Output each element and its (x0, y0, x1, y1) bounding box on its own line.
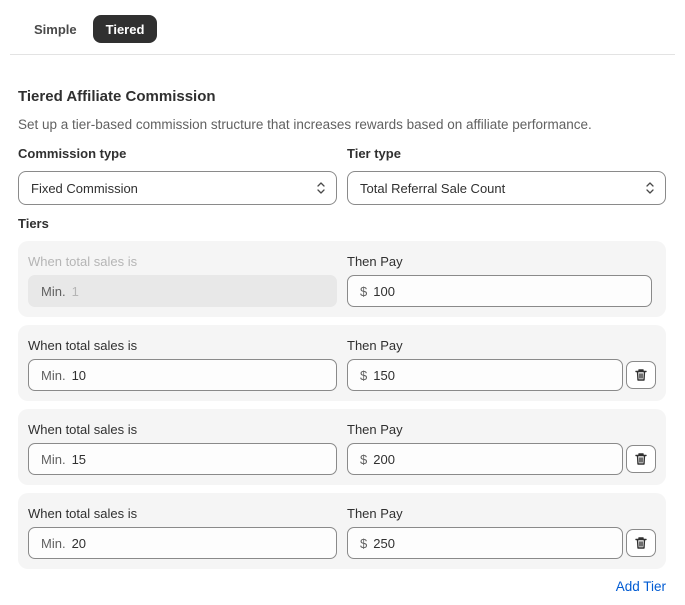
commission-mode-tabs: Simple Tiered (24, 15, 158, 43)
delete-tier-button[interactable] (626, 529, 656, 557)
min-prefix: Min. (41, 283, 66, 299)
min-sales-input: Min. 1 (28, 275, 337, 307)
chevron-up-down-icon (317, 182, 325, 194)
pay-value: 250 (373, 535, 395, 551)
currency-prefix: $ (360, 283, 368, 299)
min-value: 10 (71, 367, 87, 383)
pay-value: 100 (373, 283, 395, 299)
when-label: When total sales is (28, 422, 138, 437)
delete-tier-button[interactable] (626, 445, 656, 473)
tier-row: When total sales is Min. 10 Then Pay $ 1… (18, 325, 666, 401)
min-value: 20 (71, 535, 87, 551)
chevron-up-down-icon (646, 182, 654, 194)
min-sales-input[interactable]: Min. 10 (28, 359, 337, 391)
currency-prefix: $ (360, 451, 368, 467)
when-label: When total sales is (28, 338, 138, 353)
pay-amount-input[interactable]: $ 200 (347, 443, 623, 475)
add-tier-link[interactable]: Add Tier (616, 579, 666, 594)
divider (10, 54, 675, 55)
pay-label: Then Pay (347, 338, 403, 353)
pay-amount-input[interactable]: $ 250 (347, 527, 623, 559)
trash-icon (635, 453, 647, 465)
tier-type-label: Tier type (347, 146, 401, 161)
currency-prefix: $ (360, 367, 368, 383)
currency-prefix: $ (360, 535, 368, 551)
min-value: 15 (71, 451, 87, 467)
pay-label: Then Pay (347, 422, 403, 437)
tier-row: When total sales is Min. 20 Then Pay $ 2… (18, 493, 666, 569)
pay-value: 200 (373, 451, 395, 467)
commission-type-select[interactable]: Fixed Commission (18, 171, 337, 205)
min-sales-input[interactable]: Min. 15 (28, 443, 337, 475)
pay-label: Then Pay (347, 254, 403, 269)
trash-icon (635, 537, 647, 549)
commission-type-label: Commission type (18, 146, 127, 161)
commission-type-value: Fixed Commission (31, 180, 138, 196)
trash-icon (635, 369, 647, 381)
when-label: When total sales is (28, 254, 138, 269)
tier-type-select[interactable]: Total Referral Sale Count (347, 171, 666, 205)
tab-simple[interactable]: Simple (24, 15, 87, 43)
min-prefix: Min. (41, 535, 66, 551)
pay-value: 150 (373, 367, 395, 383)
pay-label: Then Pay (347, 506, 403, 521)
when-label: When total sales is (28, 506, 138, 521)
section-title: Tiered Affiliate Commission (18, 88, 216, 105)
min-sales-input[interactable]: Min. 20 (28, 527, 337, 559)
pay-amount-input[interactable]: $ 100 (347, 275, 652, 307)
min-value: 1 (71, 283, 79, 299)
section-description: Set up a tier-based commission structure… (18, 117, 592, 132)
pay-amount-input[interactable]: $ 150 (347, 359, 623, 391)
delete-tier-button[interactable] (626, 361, 656, 389)
tier-type-value: Total Referral Sale Count (360, 180, 506, 196)
tier-row: When total sales is Min. 1 Then Pay $ 10… (18, 241, 666, 317)
min-prefix: Min. (41, 451, 66, 467)
min-prefix: Min. (41, 367, 66, 383)
tab-tiered[interactable]: Tiered (92, 15, 158, 43)
tier-row: When total sales is Min. 15 Then Pay $ 2… (18, 409, 666, 485)
tiers-label: Tiers (18, 216, 49, 231)
